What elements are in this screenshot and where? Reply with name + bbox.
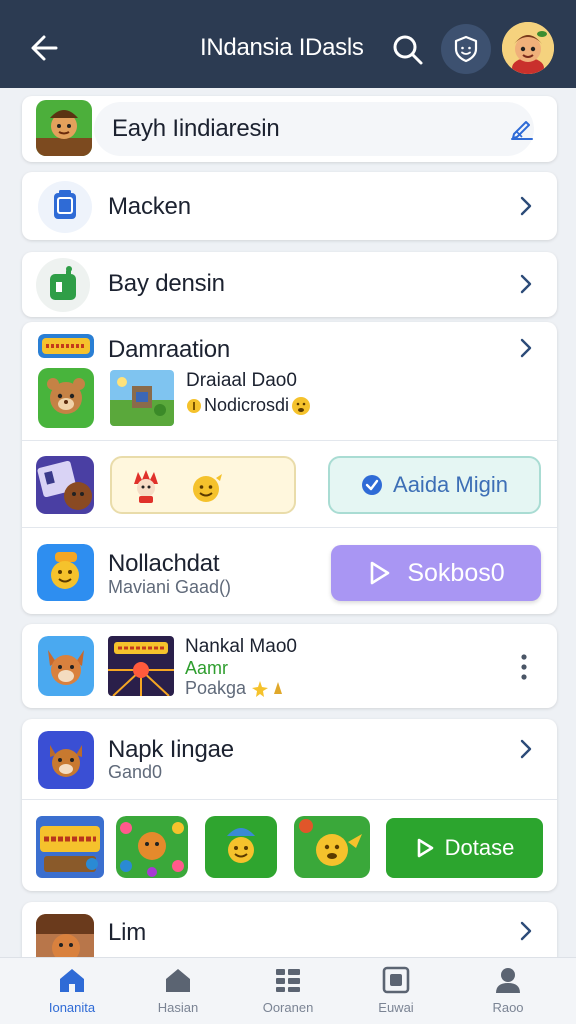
list-item-label: Macken <box>108 193 191 220</box>
squirrel-game-icon[interactable] <box>38 731 94 789</box>
more-vertical-icon <box>521 654 527 680</box>
name-field-value[interactable]: Eayh Iindiaresin <box>112 115 280 143</box>
info-coin-icon <box>187 398 201 413</box>
pencil-icon <box>511 121 533 140</box>
emoji-game-icon[interactable] <box>294 816 370 878</box>
nav-item-euwai[interactable]: Euwai <box>346 966 446 1022</box>
app-icon-green <box>36 258 90 312</box>
nav-item-raoo[interactable]: Raoo <box>458 966 558 1022</box>
adventure-game-icon[interactable] <box>36 816 104 878</box>
play-outline-icon <box>371 561 390 585</box>
back-button[interactable] <box>26 28 66 68</box>
character-promo-card[interactable] <box>110 456 296 514</box>
list-item-bay-densin[interactable]: Bay densin <box>22 252 557 317</box>
divider <box>22 440 557 441</box>
bear-game-icon[interactable] <box>38 368 94 428</box>
house-icon <box>166 969 190 992</box>
list-item-macken[interactable]: Macken <box>22 172 557 240</box>
search-icon <box>393 35 423 65</box>
fox-game-icon <box>38 636 94 696</box>
play-button-label: Dotase <box>444 835 515 860</box>
arcade-game-icon <box>108 636 174 696</box>
list-item-subtitle: Gand0 <box>108 762 163 782</box>
game-meta-row: Poakga <box>185 678 286 699</box>
landscape-game-icon[interactable] <box>110 370 174 426</box>
game-logo-banner-icon <box>38 334 94 358</box>
play-button-green[interactable]: Dotase <box>386 818 543 878</box>
game-title: Nankal Mao0 <box>185 636 297 657</box>
puzzle-game-icon[interactable] <box>36 456 94 514</box>
bottom-navigation: Ionanita Hasian Ooranen Euwai Raoo <box>0 957 576 1024</box>
grid-list-icon <box>276 969 300 992</box>
nav-item-home[interactable]: Ionanita <box>22 966 122 1022</box>
list-item-subtitle: Maviani Gaad() <box>108 577 232 597</box>
list-item-label: Lim <box>108 919 147 946</box>
square-icon <box>382 966 410 994</box>
nav-label: Ooranen <box>262 1000 314 1015</box>
avatar-character-icon <box>502 22 554 74</box>
list-item-label: Nollachdat <box>108 550 220 577</box>
sparkle-star-icon <box>252 680 283 697</box>
home-icon <box>60 969 84 992</box>
nav-label: Ionanita <box>48 1000 96 1015</box>
edit-name-row[interactable]: Eayh Iindiaresin <box>22 96 557 162</box>
play-button-label: Sokbos0 <box>407 558 505 587</box>
arrow-left-icon <box>31 35 58 61</box>
action-button-mint[interactable]: Aaida Migin <box>328 456 541 514</box>
chevron-right-icon[interactable] <box>516 737 536 761</box>
play-button-purple[interactable]: Sokbos0 <box>331 545 541 601</box>
chevron-right-icon <box>520 196 532 216</box>
shield-button[interactable] <box>441 24 491 74</box>
top-app-bar: INdansia IDasls <box>0 0 576 88</box>
list-item-label: Bay densin <box>108 270 225 297</box>
person-icon <box>496 968 520 993</box>
smiley-face-icon <box>193 474 222 502</box>
divider <box>22 527 557 528</box>
game-title: Draiaal Dao0 <box>186 370 297 391</box>
divider <box>22 799 557 800</box>
avatar[interactable] <box>502 22 554 74</box>
more-options-button[interactable] <box>516 652 532 682</box>
game-subtitle-row: Nodicrosdi <box>186 395 311 416</box>
chevron-right-icon <box>520 274 532 294</box>
bubble-game-icon[interactable] <box>116 816 188 878</box>
app-icon-blue <box>38 181 92 233</box>
search-button[interactable] <box>388 30 428 70</box>
chevron-right-icon[interactable] <box>516 336 536 360</box>
nav-item-hasian[interactable]: Hasian <box>128 966 228 1022</box>
nav-label: Hasian <box>157 1000 199 1015</box>
worried-face-icon <box>292 396 311 415</box>
check-circle-icon <box>362 475 383 495</box>
shield-face-icon <box>454 35 478 63</box>
page-title: INdansia IDasls <box>200 34 364 61</box>
nav-label: Euwai <box>378 1000 414 1015</box>
hat-character-game-icon[interactable] <box>205 816 277 878</box>
game-meta: Poakga <box>185 678 247 698</box>
game-character-icon <box>36 100 92 156</box>
play-outline-icon <box>417 838 433 858</box>
edit-button[interactable] <box>508 114 536 142</box>
red-hair-character-icon <box>134 470 158 503</box>
list-item-label: Napk Iingae <box>108 736 234 763</box>
nav-label: Raoo <box>492 1000 524 1015</box>
game-subtitle: Nodicrosdi <box>204 395 290 415</box>
game-genre: Aamr <box>185 658 229 678</box>
list-item-nankal[interactable]: Nankal Mao0 Aamr Poakga <box>22 624 557 708</box>
section-title: Damraation <box>108 336 231 363</box>
chevron-right-icon <box>520 921 532 941</box>
honey-bear-game-icon[interactable] <box>37 544 94 601</box>
action-button-label: Aaida Migin <box>393 472 508 497</box>
nav-item-ooranen[interactable]: Ooranen <box>238 966 338 1022</box>
